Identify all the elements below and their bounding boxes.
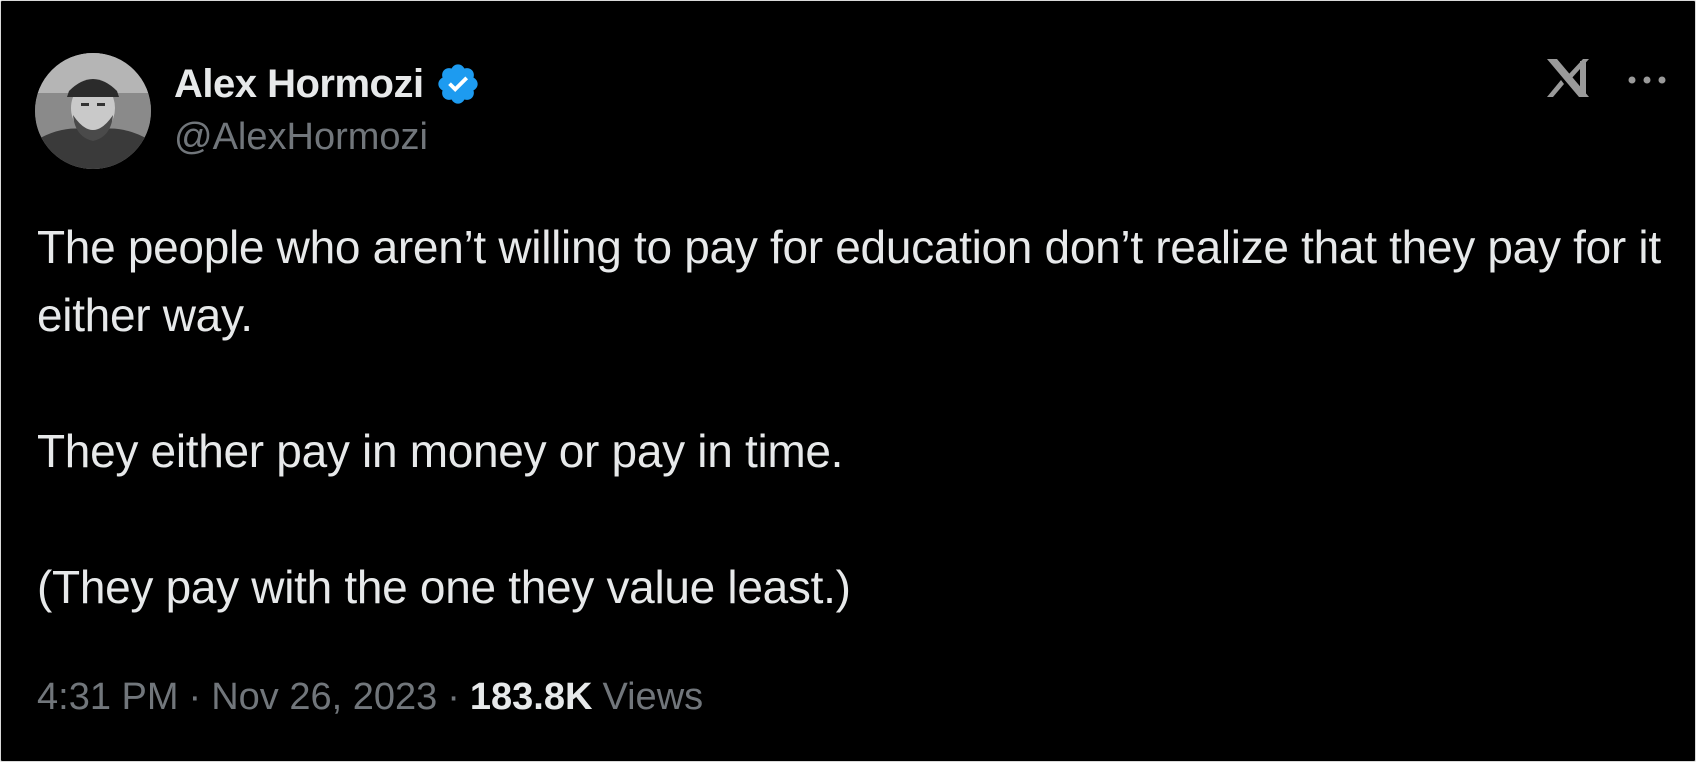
meta-separator: · — [188, 676, 202, 718]
author-name[interactable]: Alex Hormozi — [174, 62, 424, 107]
tweet-meta: 4:31 PM · Nov 26, 2023 · 183.8K Views — [37, 676, 703, 719]
author-name-row: Alex Hormozi — [174, 59, 482, 109]
more-options-icon[interactable] — [1625, 65, 1669, 95]
views-label: Views — [602, 676, 704, 718]
tweet-card: Alex Hormozi @AlexHormozi The people who… — [0, 0, 1696, 762]
tweet-paragraph: (They pay with the one they value least.… — [37, 561, 851, 613]
avatar-image — [35, 53, 151, 169]
meta-separator: · — [447, 676, 460, 718]
views-count: 183.8K — [469, 676, 593, 718]
tweet-paragraph: They either pay in money or pay in time. — [37, 425, 844, 477]
x-logo-icon[interactable] — [1543, 53, 1593, 103]
tweet-text: The people who aren’t willing to pay for… — [37, 213, 1677, 621]
tweet-time[interactable]: 4:31 PM — [37, 676, 179, 719]
verified-badge-icon — [434, 60, 482, 108]
tweet-paragraph: The people who aren’t willing to pay for… — [37, 221, 1661, 341]
author-handle[interactable]: @AlexHormozi — [174, 116, 428, 159]
tweet-date[interactable]: Nov 26, 2023 — [211, 676, 437, 719]
avatar[interactable] — [35, 53, 151, 169]
